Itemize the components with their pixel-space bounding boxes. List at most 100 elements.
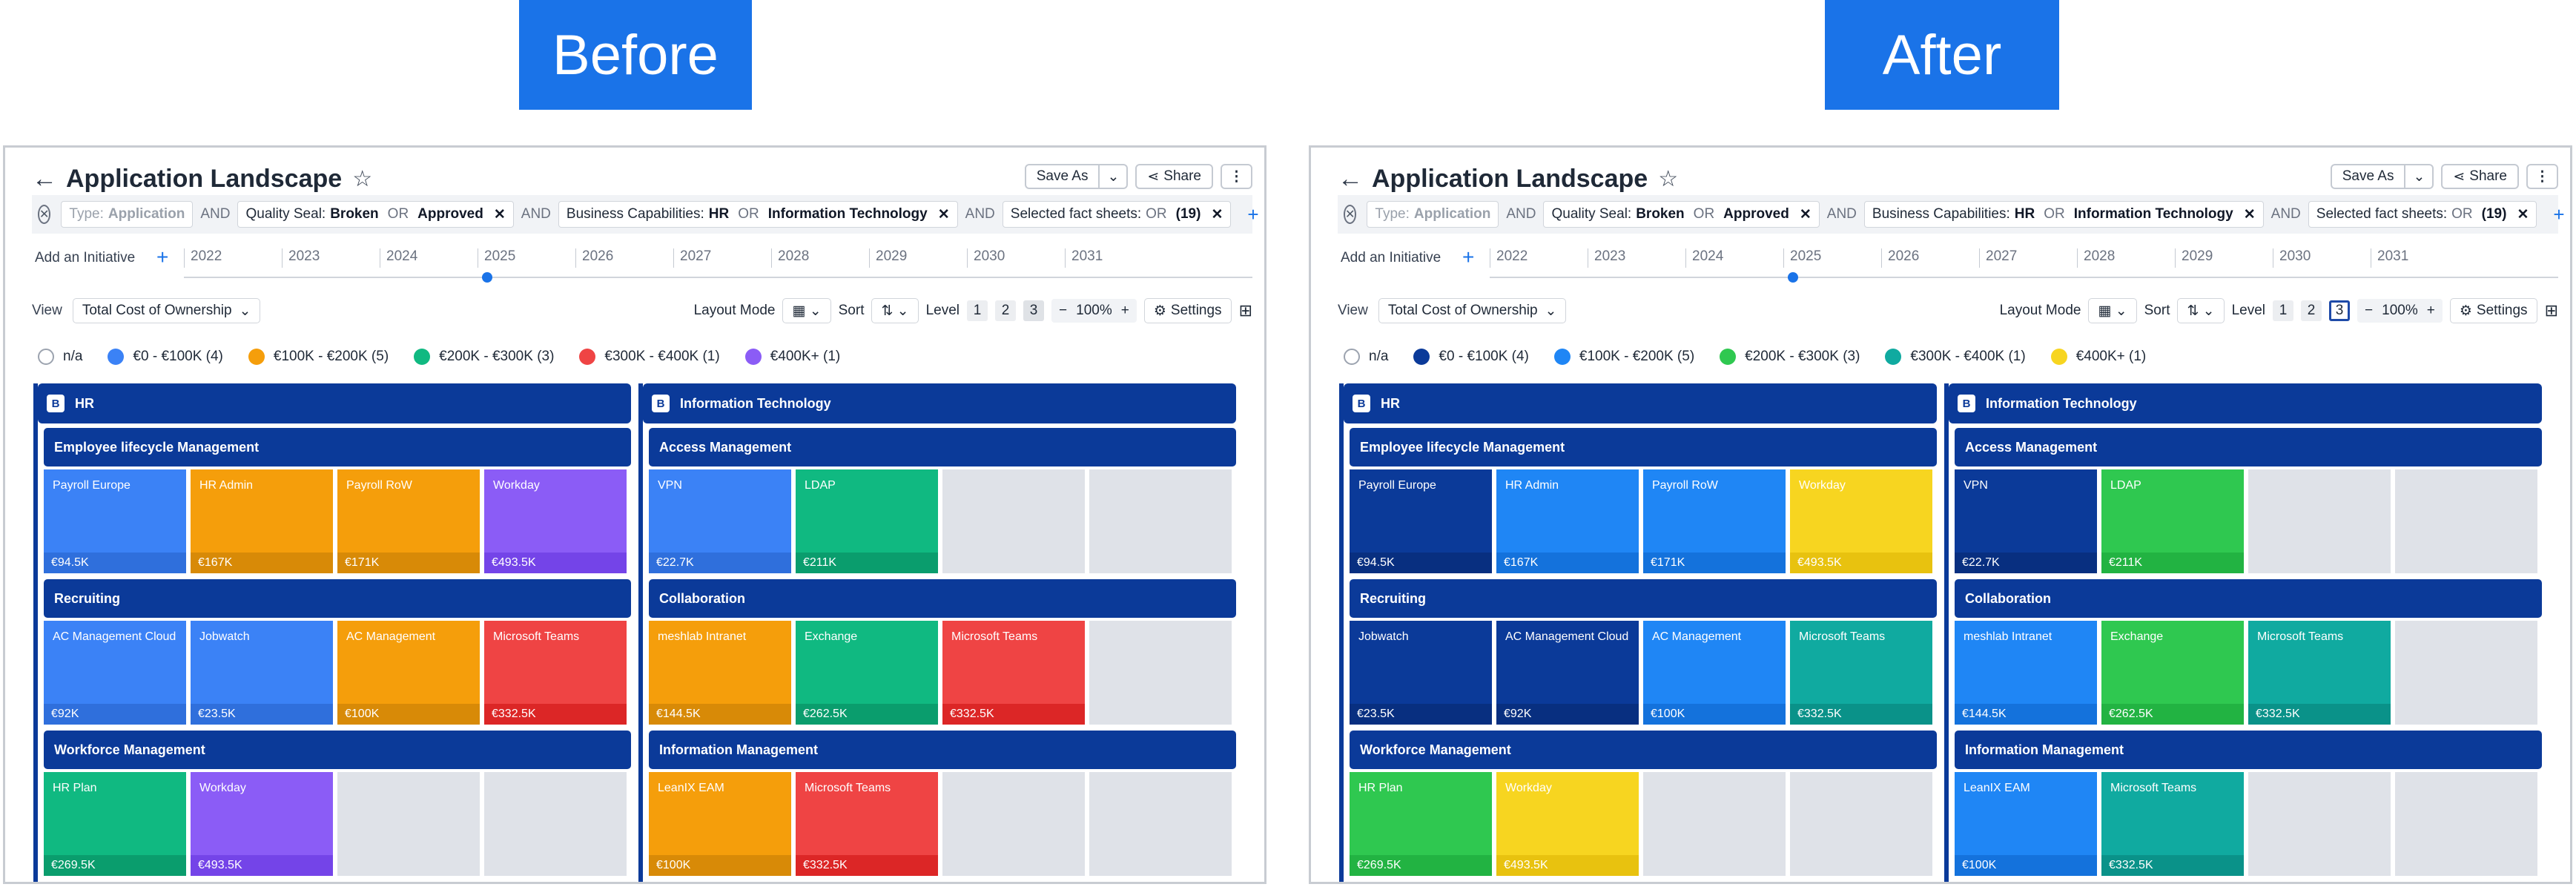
remove-filter-icon[interactable]: ✕ [2244,206,2256,223]
application-tile[interactable]: Microsoft Teams €332.5K [2248,621,2391,725]
back-arrow-icon[interactable]: ← [32,165,57,194]
level-1-button[interactable]: 1 [2273,300,2294,321]
legend-item[interactable]: €300K - €400K (1) [579,349,720,365]
application-tile[interactable]: HR Plan €269.5K [44,772,186,876]
save-as-dropdown-button[interactable]: ⌄ [1100,164,1129,189]
sort-dropdown[interactable]: ⇅ ⌄ [871,298,919,323]
application-tile[interactable]: Payroll Europe €94.5K [44,469,186,573]
legend-item[interactable]: n/a [1344,349,1388,365]
timeline-current-date-marker[interactable] [482,272,492,283]
star-icon[interactable]: ☆ [352,166,372,192]
application-tile[interactable]: Microsoft Teams €332.5K [2101,772,2244,876]
group-header[interactable]: B Information Technology [643,383,1236,423]
more-options-button[interactable]: ⋮ [2526,164,2558,189]
settings-button[interactable]: ⚙ Settings [2449,298,2537,323]
remove-filter-icon[interactable]: ✕ [938,206,950,223]
zoom-out-icon[interactable]: − [2365,303,2373,319]
subgroup-header[interactable]: Recruiting [44,579,631,618]
subgroup-header[interactable]: Employee lifecycle Management [1350,428,1937,466]
layout-mode-dropdown[interactable]: ▦ ⌄ [782,298,831,323]
application-tile[interactable]: LeanIX EAM €100K [1955,772,2097,876]
filter-chip-quality-seal[interactable]: Quality Seal: Broken OR Approved ✕ [237,201,514,228]
add-initiative-label[interactable]: Add an Initiative [1341,250,1441,266]
zoom-in-icon[interactable]: + [2427,303,2435,319]
legend-item[interactable]: €400K+ (1) [744,349,840,365]
table-view-icon[interactable]: ⊞ [1239,301,1252,320]
group-header[interactable]: B HR [1344,383,1937,423]
zoom-out-icon[interactable]: − [1059,303,1067,319]
subgroup-header[interactable]: Collaboration [1955,579,2542,618]
application-tile[interactable]: Exchange €262.5K [2101,621,2244,725]
legend-item[interactable]: €0 - €100K (4) [1413,349,1529,365]
add-filter-icon[interactable]: + [2553,203,2564,226]
clear-filters-icon[interactable]: ✕ [1344,205,1357,224]
application-tile[interactable]: LDAP €211K [2101,469,2244,573]
back-arrow-icon[interactable]: ← [1338,165,1363,194]
application-tile[interactable]: AC Management Cloud €92K [44,621,186,725]
application-tile[interactable]: Workday €493.5K [484,469,627,573]
application-tile[interactable]: AC Management €100K [337,621,480,725]
filter-chip-quality-seal[interactable]: Quality Seal: Broken OR Approved ✕ [1543,201,1820,228]
application-tile[interactable]: Jobwatch €23.5K [191,621,333,725]
legend-item[interactable]: €200K - €300K (3) [414,349,554,365]
legend-item[interactable]: €0 - €100K (4) [108,349,223,365]
legend-item[interactable]: €100K - €200K (5) [1553,349,1694,365]
application-tile[interactable]: HR Plan €269.5K [1350,772,1492,876]
filter-chip-business-capabilities[interactable]: Business Capabilities: HR OR Information Te… [558,201,958,228]
timeline-current-date-marker[interactable] [1788,272,1798,283]
save-as-button[interactable]: Save As [2330,164,2406,189]
group-header[interactable]: B Information Technology [1949,383,2542,423]
subgroup-header[interactable]: Access Management [649,428,1236,466]
table-view-icon[interactable]: ⊞ [2545,301,2558,320]
view-dropdown[interactable]: Total Cost of Ownership ⌄ [1378,298,1567,323]
application-tile[interactable]: meshlab Intranet €144.5K [649,621,791,725]
application-tile[interactable]: AC Management €100K [1643,621,1786,725]
remove-filter-icon[interactable]: ✕ [1800,206,1812,223]
application-tile[interactable]: Payroll RoW €171K [1643,469,1786,573]
view-dropdown[interactable]: Total Cost of Ownership ⌄ [72,298,261,323]
remove-filter-icon[interactable]: ✕ [1211,206,1223,223]
application-tile[interactable]: VPN €22.7K [1955,469,2097,573]
subgroup-header[interactable]: Workforce Management [44,731,631,769]
subgroup-header[interactable]: Employee lifecycle Management [44,428,631,466]
add-initiative-icon[interactable]: + [156,245,168,269]
level-1-button[interactable]: 1 [967,300,988,321]
add-initiative-label[interactable]: Add an Initiative [35,250,135,266]
share-button[interactable]: ⋖ Share [1135,164,1213,189]
level-3-button[interactable]: 3 [1023,300,1045,321]
save-as-dropdown-button[interactable]: ⌄ [2405,164,2434,189]
application-tile[interactable]: HR Admin €167K [191,469,333,573]
remove-filter-icon[interactable]: ✕ [2517,206,2529,223]
level-2-button[interactable]: 2 [2301,300,2322,321]
save-as-button[interactable]: Save As [1024,164,1100,189]
group-header[interactable]: B HR [38,383,631,423]
settings-button[interactable]: ⚙ Settings [1143,298,1232,323]
legend-item[interactable]: €400K+ (1) [2050,349,2146,365]
legend-item[interactable]: €100K - €200K (5) [248,349,389,365]
layout-mode-dropdown[interactable]: ▦ ⌄ [2088,298,2137,323]
application-tile[interactable]: VPN €22.7K [649,469,791,573]
application-tile[interactable]: Workday €493.5K [1790,469,1932,573]
application-tile[interactable]: Microsoft Teams €332.5K [942,621,1085,725]
application-tile[interactable]: LDAP €211K [796,469,938,573]
subgroup-header[interactable]: Recruiting [1350,579,1937,618]
application-tile[interactable]: meshlab Intranet €144.5K [1955,621,2097,725]
clear-filters-icon[interactable]: ✕ [38,205,51,224]
subgroup-header[interactable]: Information Management [1955,731,2542,769]
application-tile[interactable]: Microsoft Teams €332.5K [1790,621,1932,725]
legend-item[interactable]: n/a [38,349,82,365]
level-2-button[interactable]: 2 [995,300,1017,321]
legend-item[interactable]: €300K - €400K (1) [1885,349,2026,365]
application-tile[interactable]: HR Admin €167K [1496,469,1639,573]
application-tile[interactable]: Payroll Europe €94.5K [1350,469,1492,573]
filter-chip-business-capabilities[interactable]: Business Capabilities: HR OR Information Te… [1863,201,2264,228]
remove-filter-icon[interactable]: ✕ [494,206,506,223]
add-initiative-icon[interactable]: + [1462,245,1474,269]
application-tile[interactable]: Jobwatch €23.5K [1350,621,1492,725]
subgroup-header[interactable]: Access Management [1955,428,2542,466]
legend-item[interactable]: €200K - €300K (3) [1720,349,1860,365]
sort-dropdown[interactable]: ⇅ ⌄ [2177,298,2225,323]
application-tile[interactable]: Exchange €262.5K [796,621,938,725]
more-options-button[interactable]: ⋮ [1221,164,1252,189]
zoom-in-icon[interactable]: + [1121,303,1129,319]
